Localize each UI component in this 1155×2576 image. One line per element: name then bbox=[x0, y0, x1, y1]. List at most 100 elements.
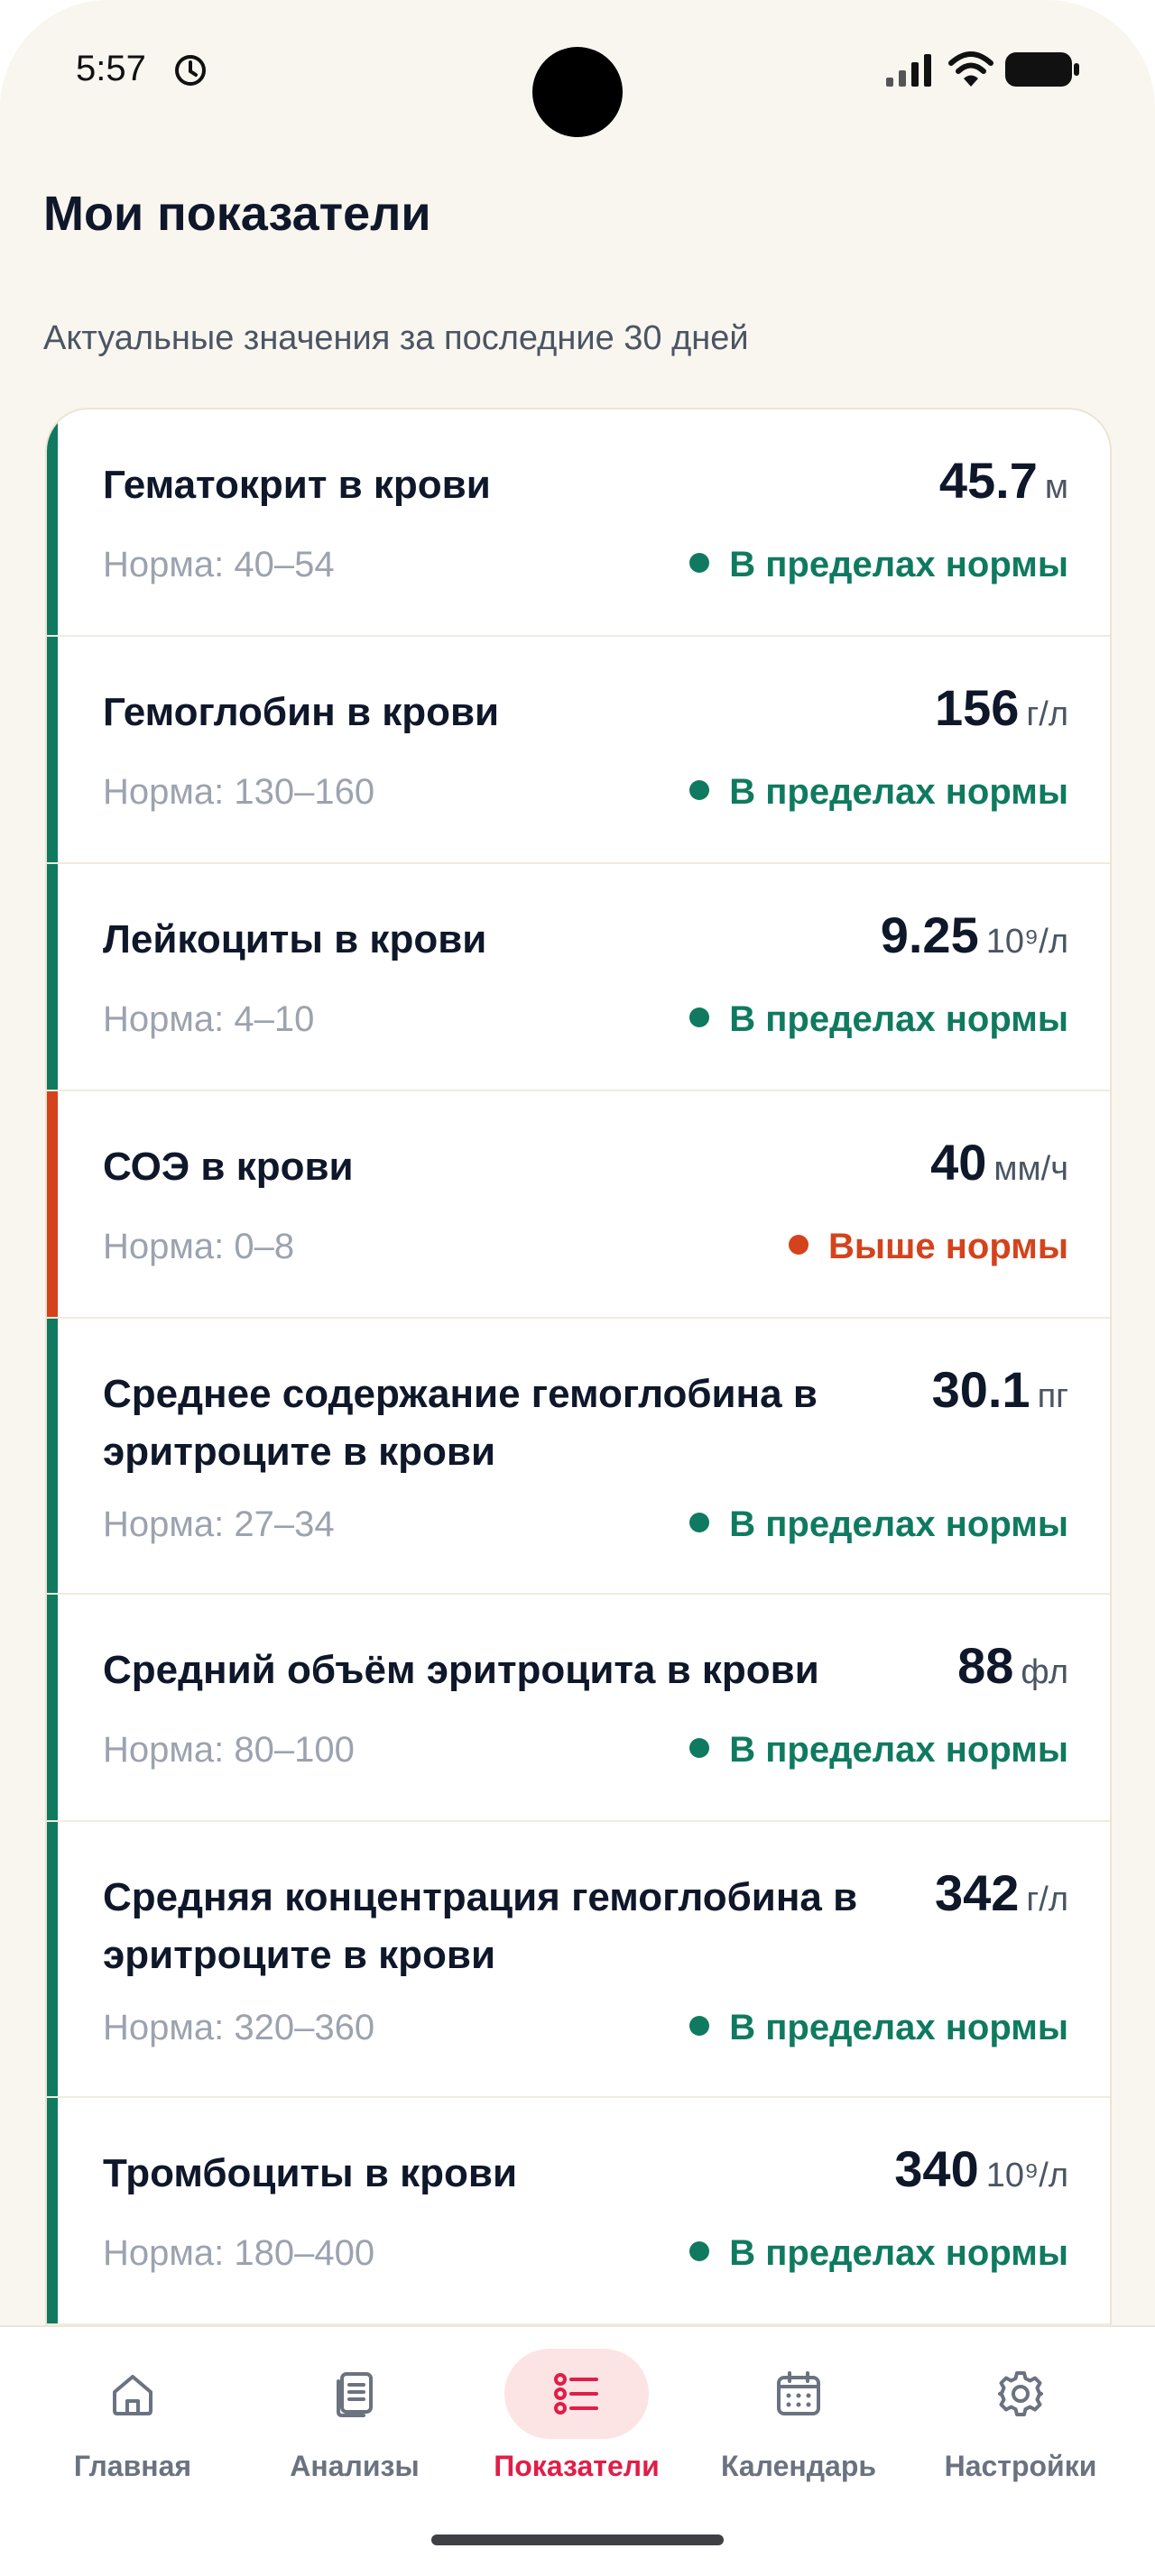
indicator-unit: г/л bbox=[1026, 695, 1068, 733]
status-dot-icon bbox=[689, 1513, 710, 1532]
indicator-unit: г/л bbox=[1026, 1881, 1068, 1918]
status-dot-icon bbox=[689, 780, 710, 800]
status-dot-icon bbox=[689, 1007, 710, 1027]
nav-label: Главная bbox=[73, 2450, 192, 2482]
nav-item-settings[interactable]: Настройки bbox=[912, 2327, 1129, 2507]
indicator-unit: м bbox=[1044, 468, 1068, 506]
indicator-status: В пределах нормы bbox=[689, 2233, 1068, 2274]
nav-icon-wrap bbox=[948, 2349, 1093, 2439]
indicator-value-box: 40 мм/ч bbox=[930, 1133, 1068, 1191]
indicator-status-text: В пределах нормы bbox=[729, 999, 1068, 1039]
status-stripe bbox=[47, 2098, 58, 2323]
battery-icon bbox=[1005, 52, 1079, 87]
indicator-status-text: В пределах нормы bbox=[729, 1730, 1068, 1770]
indicator-value: 156 bbox=[934, 679, 1020, 736]
indicator-value: 342 bbox=[934, 1864, 1020, 1921]
indicator-status-text: В пределах нормы bbox=[729, 772, 1068, 812]
indicator-status-text: Выше нормы bbox=[828, 1227, 1068, 1266]
home-icon bbox=[113, 2375, 152, 2415]
indicators-list: Гематокрит в крови 45.7 м Норма: 40–54 В … bbox=[45, 408, 1112, 2392]
indicator-value-box: 88 фл bbox=[957, 1636, 1068, 1695]
page-title: Мои показатели bbox=[43, 187, 431, 241]
nav-label: Анализы bbox=[290, 2450, 420, 2482]
status-time: 5:57 bbox=[76, 49, 146, 88]
nav-icon-wrap bbox=[282, 2349, 427, 2439]
clock-icon bbox=[175, 55, 206, 86]
status-stripe bbox=[47, 409, 58, 635]
indicator-value: 45.7 bbox=[938, 452, 1038, 509]
indicator-value-box: 342 г/л bbox=[935, 1863, 1068, 1922]
indicator-norm: Норма: 320–360 bbox=[103, 2008, 375, 2047]
indicator-status: Выше нормы bbox=[789, 1227, 1068, 1267]
indicator-name: Средний объём эритроцита в крови bbox=[103, 1648, 819, 1692]
status-dot-icon bbox=[689, 1738, 710, 1758]
indicator-name: Тромбоциты в крови bbox=[103, 2151, 517, 2195]
indicator-norm: Норма: 27–34 bbox=[103, 1504, 335, 1544]
list-icon bbox=[554, 2373, 598, 2415]
status-dot-icon bbox=[689, 2016, 710, 2036]
documents-icon bbox=[337, 2372, 373, 2417]
indicator-norm: Норма: 0–8 bbox=[103, 1227, 295, 1266]
nav-icon-wrap bbox=[60, 2349, 205, 2439]
status-stripe bbox=[47, 637, 58, 862]
nav-icon-wrap bbox=[504, 2349, 649, 2439]
indicator-row[interactable]: Средняя концентрация гемоглобина в эритр… bbox=[47, 1822, 1110, 2098]
status-dot-icon bbox=[789, 1235, 808, 1255]
indicator-name: СОЭ в крови bbox=[103, 1145, 354, 1189]
indicator-row[interactable]: Гематокрит в крови 45.7 м Норма: 40–54 В … bbox=[47, 409, 1110, 637]
indicator-norm: Норма: 40–54 bbox=[103, 545, 335, 584]
indicator-value-box: 340 10⁹/л bbox=[894, 2139, 1068, 2198]
calendar-icon bbox=[777, 2371, 820, 2415]
indicator-value: 30.1 bbox=[931, 1361, 1030, 1418]
status-bar: 5:57 bbox=[0, 0, 1155, 144]
indicator-status-text: В пределах нормы bbox=[729, 545, 1068, 584]
indicator-norm: Норма: 180–400 bbox=[103, 2233, 375, 2273]
indicator-value-box: 156 г/л bbox=[935, 678, 1068, 737]
indicator-row[interactable]: Среднее содержание гемоглобина в эритроц… bbox=[47, 1319, 1110, 1595]
indicator-unit: пг bbox=[1037, 1377, 1068, 1415]
status-stripe bbox=[47, 1091, 58, 1317]
nav-label: Настройки bbox=[944, 2450, 1097, 2482]
indicator-value-box: 30.1 пг bbox=[932, 1360, 1068, 1419]
indicator-status: В пределах нормы bbox=[689, 999, 1068, 1040]
nav-icon-wrap bbox=[726, 2349, 871, 2439]
indicator-value: 340 bbox=[894, 2140, 979, 2197]
indicator-status: В пределах нормы bbox=[689, 1730, 1068, 1771]
indicator-unit: 10⁹/л bbox=[985, 923, 1068, 961]
nav-item-home[interactable]: Главная bbox=[24, 2327, 241, 2507]
indicator-row[interactable]: Гемоглобин в крови 156 г/л Норма: 130–160… bbox=[47, 637, 1110, 864]
nav-item-analyses[interactable]: Анализы bbox=[246, 2327, 463, 2507]
indicator-norm: Норма: 130–160 bbox=[103, 772, 375, 812]
indicator-name: Лейкоциты в крови bbox=[103, 917, 487, 961]
status-stripe bbox=[47, 1595, 58, 1820]
indicator-value: 9.25 bbox=[880, 906, 979, 963]
indicator-status: В пределах нормы bbox=[689, 1504, 1068, 1545]
status-stripe bbox=[47, 1822, 58, 2096]
indicator-value-box: 45.7 м bbox=[939, 451, 1068, 510]
indicator-row[interactable]: Тромбоциты в крови 340 10⁹/л Норма: 180–4… bbox=[47, 2098, 1110, 2325]
nav-item-calendar[interactable]: Календарь bbox=[690, 2327, 907, 2507]
indicator-unit: фл bbox=[1021, 1653, 1068, 1691]
nav-label: Показатели bbox=[494, 2450, 660, 2482]
indicator-status: В пределах нормы bbox=[689, 545, 1068, 585]
indicator-row[interactable]: Лейкоциты в крови 9.25 10⁹/л Норма: 4–10 … bbox=[47, 864, 1110, 1091]
indicator-name: Гематокрит в крови bbox=[103, 463, 491, 507]
indicator-status-text: В пределах нормы bbox=[729, 1504, 1068, 1544]
indicator-row[interactable]: СОЭ в крови 40 мм/ч Норма: 0–8 Выше нормы bbox=[47, 1091, 1110, 1319]
indicator-unit: мм/ч bbox=[993, 1150, 1068, 1188]
indicator-row[interactable]: Средний объём эритроцита в крови 88 фл Но… bbox=[47, 1595, 1110, 1822]
status-stripe bbox=[47, 1319, 58, 1593]
indicator-name: Средняя концентрация гемоглобина в эритр… bbox=[103, 1875, 858, 1977]
nav-item-indicators[interactable]: Показатели bbox=[468, 2327, 685, 2507]
indicator-norm: Норма: 80–100 bbox=[103, 1730, 355, 1770]
indicator-status: В пределах нормы bbox=[689, 772, 1068, 813]
front-camera bbox=[532, 47, 623, 137]
status-stripe bbox=[47, 864, 58, 1090]
indicator-status: В пределах нормы bbox=[689, 2008, 1068, 2048]
phone-screen: 5:57 Мои показатели Актуальные значения … bbox=[0, 0, 1155, 2576]
indicator-norm: Норма: 4–10 bbox=[103, 999, 315, 1039]
status-dot-icon bbox=[689, 553, 710, 573]
home-indicator[interactable] bbox=[431, 2535, 724, 2545]
indicator-status-text: В пределах нормы bbox=[729, 2008, 1068, 2047]
page-subtitle: Актуальные значения за последние 30 дней bbox=[43, 319, 749, 357]
